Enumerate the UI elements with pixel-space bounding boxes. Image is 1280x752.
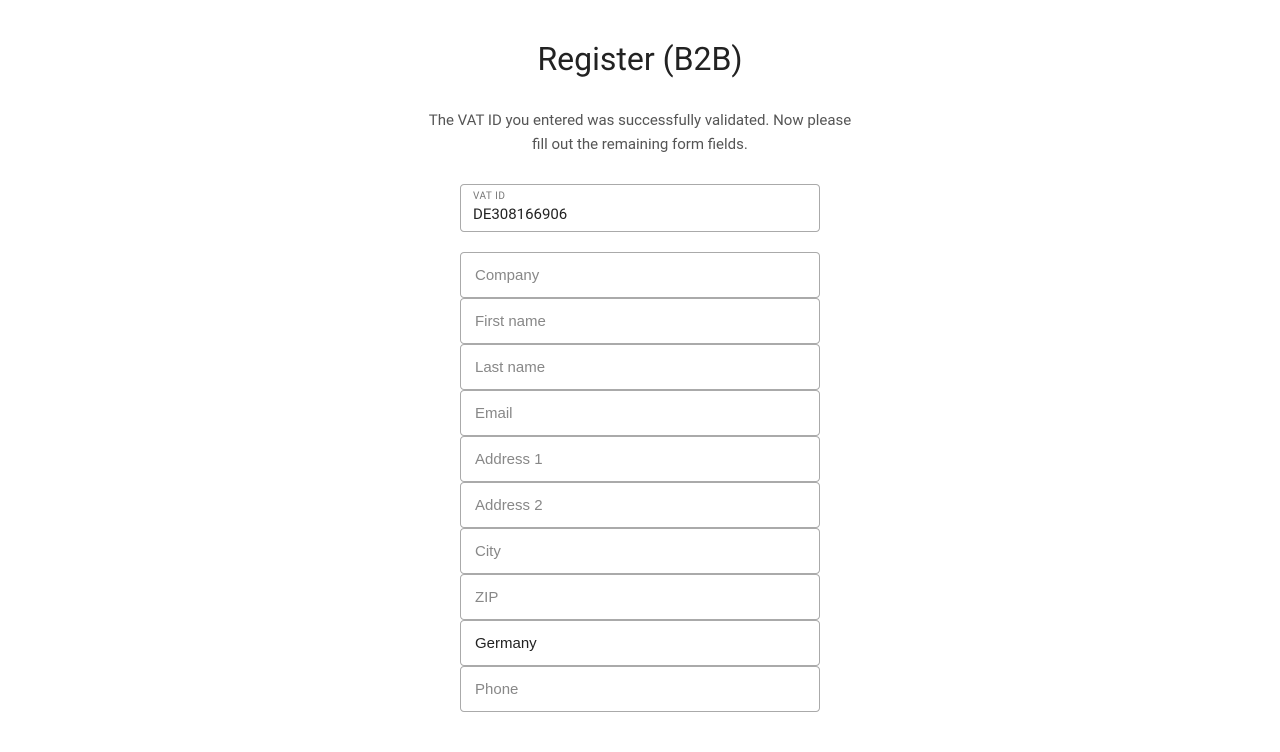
company-input[interactable] xyxy=(460,252,820,298)
vat-value: DE308166906 xyxy=(473,205,567,223)
page-container: Register (B2B) The VAT ID you entered wa… xyxy=(0,0,1280,752)
city-input[interactable] xyxy=(460,528,820,574)
first-name-input[interactable] xyxy=(460,298,820,344)
vat-field-wrapper: VAT ID DE308166906 xyxy=(460,184,820,232)
vat-label: VAT ID xyxy=(473,191,807,202)
page-subtitle: The VAT ID you entered was successfully … xyxy=(429,108,851,156)
zip-input[interactable] xyxy=(460,574,820,620)
form-fields xyxy=(460,252,820,712)
email-input[interactable] xyxy=(460,390,820,436)
address1-input[interactable] xyxy=(460,436,820,482)
last-name-input[interactable] xyxy=(460,344,820,390)
subtitle-line1: The VAT ID you entered was successfully … xyxy=(429,111,851,129)
phone-input[interactable] xyxy=(460,666,820,712)
registration-form: VAT ID DE308166906 xyxy=(460,184,820,712)
page-title: Register (B2B) xyxy=(537,40,742,78)
country-input[interactable] xyxy=(460,620,820,666)
subtitle-line2: fill out the remaining form fields. xyxy=(532,135,748,153)
address2-input[interactable] xyxy=(460,482,820,528)
